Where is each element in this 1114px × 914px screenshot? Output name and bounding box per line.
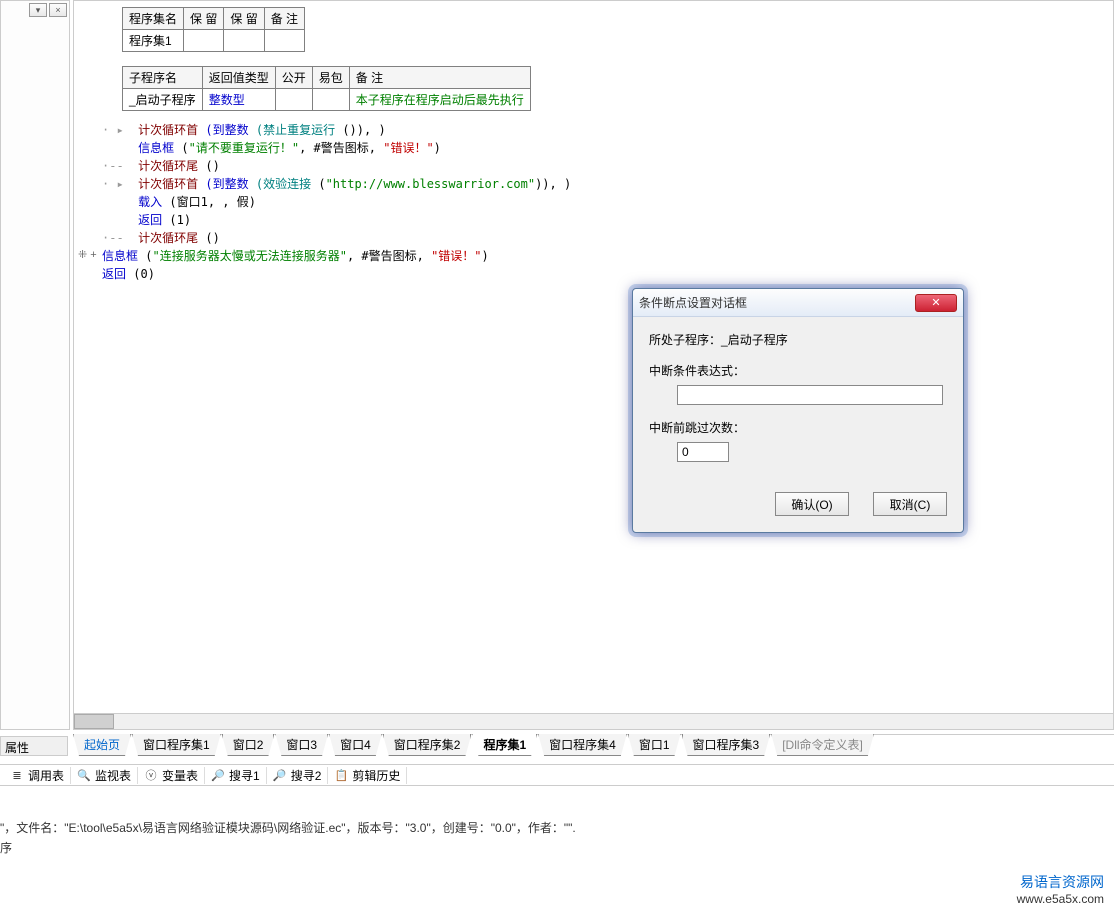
cell[interactable]	[184, 30, 224, 52]
gutter-icon[interactable]: ⁜ +	[78, 248, 97, 261]
program-set-table: 程序集名 保 留 保 留 备 注 程序集1	[122, 7, 305, 52]
tab-program-set1[interactable]: 程序集1	[472, 734, 537, 756]
dialog-titlebar[interactable]: 条件断点设置对话框 ✕	[633, 289, 963, 317]
breakpoint-dialog: 条件断点设置对话框 ✕ 所处子程序：_启动子程序 中断条件表达式： 中断前跳过次…	[632, 288, 964, 533]
code-line: 载入 (窗口1, , 假)	[102, 193, 1105, 211]
expression-input[interactable]	[677, 385, 943, 405]
tab-window4[interactable]: 窗口4	[329, 734, 382, 756]
tab-window1[interactable]: 窗口1	[628, 734, 681, 756]
col-sub-name: 子程序名	[123, 67, 203, 89]
tab-start-page[interactable]: 起始页	[73, 734, 131, 756]
tab-window2[interactable]: 窗口2	[222, 734, 275, 756]
col-remark: 备 注	[264, 8, 304, 30]
col-public: 公开	[275, 67, 312, 89]
tb-label: 调用表	[28, 767, 64, 784]
watermark-line2: www.e5a5x.com	[1017, 892, 1104, 906]
scrollbar-thumb[interactable]	[74, 714, 114, 729]
col-reserved1: 保 留	[184, 8, 224, 30]
tb-variable-table[interactable]: ⓥ 变量表	[138, 767, 205, 784]
tb-search1[interactable]: 🔎 搜寻1	[205, 767, 267, 784]
skip-count-input[interactable]	[677, 442, 729, 462]
watermark: 易语言资源网 www.e5a5x.com	[1017, 872, 1104, 906]
tab-window-set2[interactable]: 窗口程序集2	[383, 734, 472, 756]
remark-cell[interactable]: 本子程序在程序启动后最先执行	[349, 89, 530, 111]
list-icon: ≣	[10, 768, 24, 782]
cell[interactable]	[264, 30, 304, 52]
ok-button[interactable]: 确认(O)	[775, 492, 849, 516]
output-text: "，文件名："E:\tool\e5a5x\易语言网络验证模块源码\网络验证.ec…	[0, 816, 1114, 860]
tb-label: 变量表	[162, 767, 198, 784]
side-close-btn[interactable]: ×	[49, 3, 67, 17]
editor-tabbar: 起始页 窗口程序集1 窗口2 窗口3 窗口4 窗口程序集2 程序集1 窗口程序集…	[73, 734, 1114, 756]
dialog-close-button[interactable]: ✕	[915, 294, 957, 312]
dialog-title: 条件断点设置对话框	[639, 294, 915, 311]
tb-search2[interactable]: 🔎 搜寻2	[267, 767, 329, 784]
location-value: _启动子程序	[721, 333, 788, 347]
col-remark2: 备 注	[349, 67, 530, 89]
tab-window-set1[interactable]: 窗口程序集1	[132, 734, 221, 756]
code-line: ·-- 计次循环尾 ()	[102, 229, 1105, 247]
magnify-icon: 🔍	[77, 768, 91, 782]
search-icon: 🔎	[211, 768, 225, 782]
tab-window-set3[interactable]: 窗口程序集3	[682, 734, 771, 756]
code-line: 返回 (1)	[102, 211, 1105, 229]
cell[interactable]	[224, 30, 264, 52]
subroutine-table: 子程序名 返回值类型 公开 易包 备 注 _启动子程序 整数型 本子程序在程序启…	[122, 66, 531, 111]
return-type-cell[interactable]: 整数型	[202, 89, 275, 111]
sub-name-cell[interactable]: _启动子程序	[123, 89, 203, 111]
cell[interactable]	[275, 89, 312, 111]
code-line: 信息框 ("连接服务器太慢或无法连接服务器", #警告图标, "错误！")	[102, 247, 1105, 265]
tb-label: 搜寻2	[291, 767, 322, 784]
code-line: ·-- 计次循环尾 ()	[102, 157, 1105, 175]
tb-label: 监视表	[95, 767, 131, 784]
program-set-name-cell[interactable]: 程序集1	[123, 30, 184, 52]
col-return-type: 返回值类型	[202, 67, 275, 89]
code-line: · ▸ 计次循环首 (到整数 (效验连接 ("http://www.blessw…	[102, 175, 1105, 193]
code-lines[interactable]: · ▸ 计次循环首 (到整数 (禁止重复运行 ()), ) 信息框 ("请不要重…	[102, 121, 1105, 283]
properties-panel-label[interactable]: 属性	[0, 736, 68, 756]
tab-dll-commands[interactable]: [Dll命令定义表]	[771, 734, 874, 756]
cancel-button[interactable]: 取消(C)	[873, 492, 947, 516]
tab-window3[interactable]: 窗口3	[275, 734, 328, 756]
col-program-set-name: 程序集名	[123, 8, 184, 30]
tb-call-table[interactable]: ≣ 调用表	[4, 767, 71, 784]
var-icon: ⓥ	[144, 768, 158, 782]
tb-clip-history[interactable]: 📋 剪辑历史	[328, 767, 407, 784]
clipboard-icon: 📋	[334, 768, 348, 782]
horizontal-scrollbar[interactable]	[74, 713, 1113, 729]
cell[interactable]	[312, 89, 349, 111]
tb-label: 剪辑历史	[352, 767, 400, 784]
tb-watch-table[interactable]: 🔍 监视表	[71, 767, 138, 784]
col-reserved2: 保 留	[224, 8, 264, 30]
status-line2: 序	[0, 838, 1114, 858]
status-line1: "，文件名："E:\tool\e5a5x\易语言网络验证模块源码\网络验证.ec…	[0, 818, 1114, 838]
code-line: 信息框 ("请不要重复运行！", #警告图标, "错误！")	[102, 139, 1105, 157]
tab-window-set4[interactable]: 窗口程序集4	[538, 734, 627, 756]
side-pane: ▾ ×	[0, 0, 70, 730]
code-line: 返回 (0)	[102, 265, 1105, 283]
search-icon: 🔎	[273, 768, 287, 782]
tb-label: 搜寻1	[229, 767, 260, 784]
side-dropdown-btn[interactable]: ▾	[29, 3, 47, 17]
skip-count-label: 中断前跳过次数：	[649, 419, 947, 436]
expression-label: 中断条件表达式：	[649, 362, 947, 379]
watermark-line1: 易语言资源网	[1017, 872, 1104, 892]
bottom-toolbar: ≣ 调用表 🔍 监视表 ⓥ 变量表 🔎 搜寻1 🔎 搜寻2 📋 剪辑历史	[0, 764, 1114, 786]
col-epkg: 易包	[312, 67, 349, 89]
code-line: · ▸ 计次循环首 (到整数 (禁止重复运行 ()), )	[102, 121, 1105, 139]
location-label: 所处子程序：	[649, 333, 721, 347]
